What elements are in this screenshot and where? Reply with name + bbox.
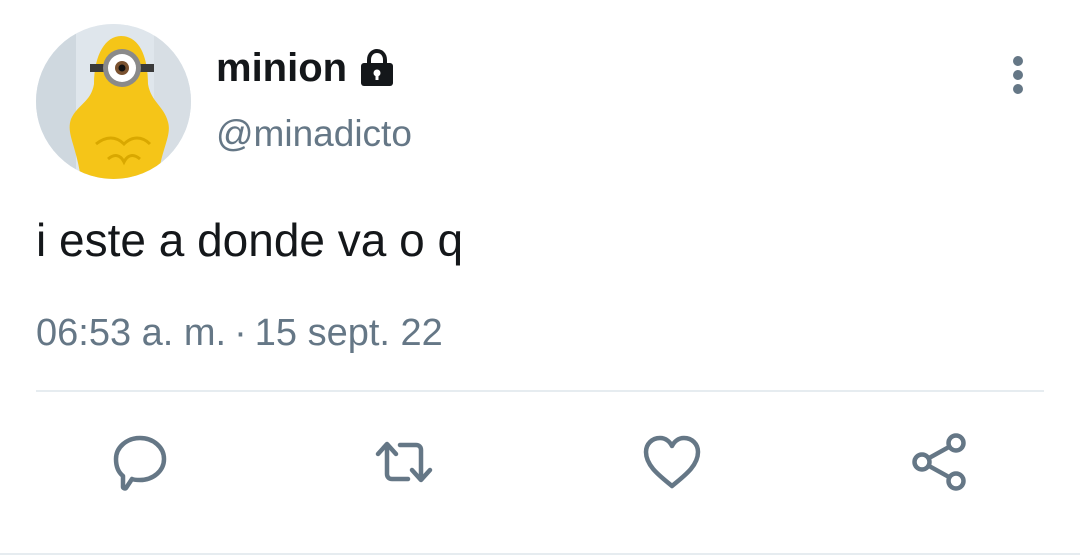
share-button[interactable] <box>906 430 970 494</box>
retweet-icon <box>375 441 433 483</box>
share-icon <box>912 433 966 491</box>
tweet-text: i este a donde va o q <box>36 214 464 266</box>
retweet-button[interactable] <box>372 430 436 494</box>
tweet-timestamp: 06:53 a. m. · 15 sept. 22 <box>36 310 443 356</box>
lock-icon <box>361 48 394 86</box>
like-icon <box>643 435 701 489</box>
more-vertical-icon <box>1013 56 1023 94</box>
divider <box>36 390 1044 392</box>
avatar-image <box>36 24 191 179</box>
avatar[interactable] <box>36 24 191 179</box>
meta-separator: · <box>234 312 247 354</box>
tweet-time: 06:53 a. m. <box>36 312 227 354</box>
display-name[interactable]: minion <box>216 44 397 92</box>
reply-button[interactable] <box>108 430 172 494</box>
tweet-date[interactable]: 15 sept. 22 <box>255 312 443 354</box>
like-button[interactable] <box>640 430 704 494</box>
display-name-text: minion <box>216 46 348 90</box>
more-options-button[interactable] <box>996 50 1040 100</box>
user-handle[interactable]: @minadicto <box>216 112 412 156</box>
reply-icon <box>113 435 167 491</box>
